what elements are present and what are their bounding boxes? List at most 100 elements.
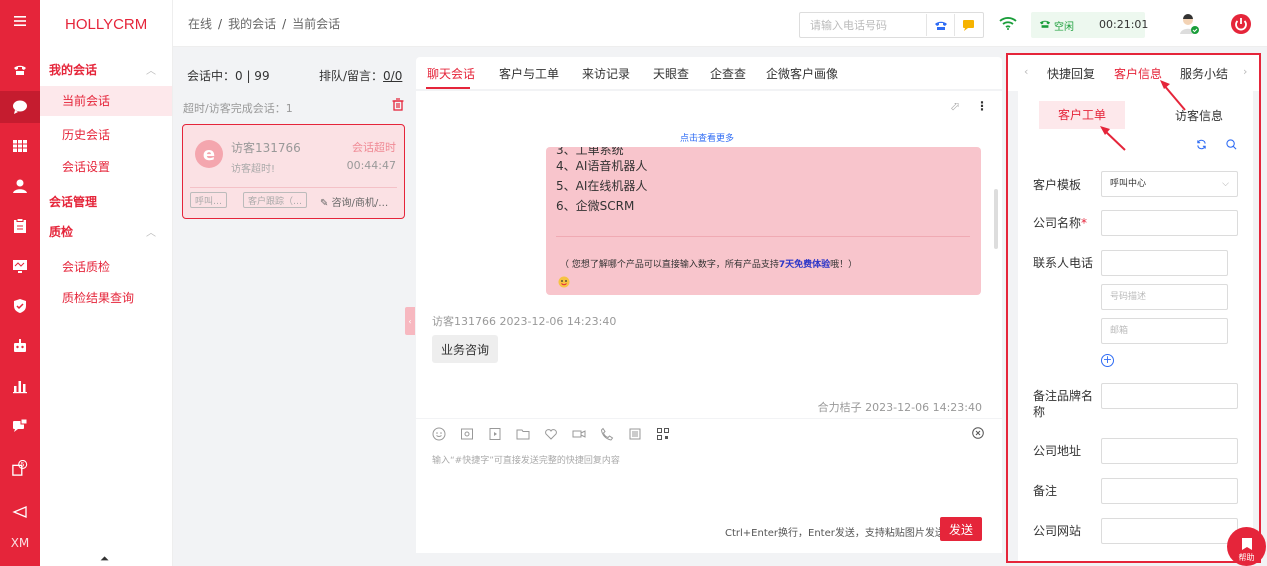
dial-icon[interactable]: [926, 14, 954, 36]
queue-status[interactable]: 排队/留言：0/0: [319, 67, 402, 84]
tab-visit-record[interactable]: 来访记录: [582, 65, 630, 82]
smile-emoji-icon: [558, 276, 570, 291]
nav-item-history-session[interactable]: 历史会话: [62, 126, 110, 143]
search-icon[interactable]: [1226, 139, 1237, 153]
phone-desc-input[interactable]: 号码描述: [1101, 284, 1228, 310]
avatar[interactable]: [1178, 13, 1200, 35]
company-address-label: 公司地址: [1033, 444, 1082, 458]
power-icon[interactable]: [1230, 13, 1252, 35]
nav-group-session-management[interactable]: 会话管理: [49, 193, 97, 210]
chat-icon[interactable]: [0, 91, 40, 123]
chevron-right-icon[interactable]: ›: [1243, 65, 1247, 78]
tab-chat[interactable]: 聊天会话: [427, 65, 475, 82]
clipboard-icon[interactable]: [0, 210, 40, 242]
collapse-nav-icon[interactable]: ⏶: [100, 552, 109, 566]
status-timer: 00:21:01: [1099, 18, 1149, 31]
tab-wecom-profile[interactable]: 企微客户画像: [766, 65, 838, 82]
tab-tianyancha[interactable]: 天眼查: [653, 65, 689, 82]
heart-icon[interactable]: [544, 427, 558, 444]
remark-input[interactable]: [1101, 478, 1238, 504]
side-nav: HOLLYCRM 我的会话 ︿ 当前会话 历史会话 会话设置 会话管理 质检 ︿…: [40, 0, 173, 566]
agent-status[interactable]: 空闲 00:21:01: [1031, 12, 1149, 38]
video-call-icon[interactable]: [572, 427, 586, 444]
shield-icon[interactable]: [0, 290, 40, 322]
template-select[interactable]: 呼叫中心 ⌵: [1101, 171, 1238, 197]
add-contact-button[interactable]: +: [1101, 354, 1114, 367]
subtab-visitor-info[interactable]: 访客信息: [1175, 107, 1223, 124]
customer-track-tag[interactable]: 客户跟踪（…: [243, 192, 308, 208]
customer-form: 客户工单 访客信息 客户模板 呼叫中心 ⌵ 公司名称* 联系人电话 号码描述 邮箱…: [1018, 91, 1253, 561]
image-icon[interactable]: [460, 427, 474, 444]
company-address-input[interactable]: [1101, 438, 1238, 464]
subtab-customer-ticket[interactable]: 客户工单: [1039, 101, 1125, 129]
user-icon[interactable]: [0, 170, 40, 202]
monitor-icon[interactable]: [0, 250, 40, 282]
chevron-down-icon: ⌵: [1222, 179, 1229, 189]
nav-group-label: 我的会话: [49, 63, 98, 77]
phone-input[interactable]: [800, 13, 925, 37]
chat-tools: ⬀ ⋮: [950, 99, 988, 113]
refresh-icon[interactable]: [1196, 139, 1207, 153]
sms-icon[interactable]: [954, 14, 982, 36]
emoji-icon[interactable]: [432, 427, 446, 444]
email-input[interactable]: 邮箱: [1101, 318, 1228, 344]
trash-icon[interactable]: [392, 98, 404, 114]
scrollbar[interactable]: [994, 189, 998, 249]
video-file-icon[interactable]: [488, 427, 502, 444]
nav-item-session-settings[interactable]: 会话设置: [62, 158, 110, 175]
nav-group-quality-check[interactable]: 质检: [49, 223, 73, 240]
queue-value[interactable]: 0/0: [383, 69, 402, 83]
company-name-input[interactable]: [1101, 210, 1238, 236]
chevron-up-icon[interactable]: ︿: [146, 224, 156, 239]
call-tag[interactable]: 呼叫…: [190, 192, 228, 208]
robot-icon[interactable]: [0, 330, 40, 362]
bar-chart-icon[interactable]: [0, 370, 40, 402]
message-icon[interactable]: [0, 410, 40, 442]
tab-customer-info[interactable]: 客户信息: [1114, 65, 1162, 82]
visitor-browser-icon: e: [195, 140, 223, 168]
contact-phone-input[interactable]: [1101, 250, 1228, 276]
grid-icon[interactable]: [0, 130, 40, 162]
tab-qichacha[interactable]: 企查查: [710, 65, 746, 82]
load-more-link[interactable]: 点击查看更多: [680, 131, 734, 144]
send-button[interactable]: 发送: [940, 517, 982, 541]
nav-item-session-qc[interactable]: 会话质检: [62, 258, 110, 275]
list-icon[interactable]: [628, 427, 642, 444]
tab-customer-ticket[interactable]: 客户与工单: [499, 65, 559, 82]
nav-item-current-session[interactable]: 当前会话: [40, 86, 172, 116]
compose-box: 输入“#快捷字”可直接发送完整的快捷回复内容 Ctrl+Enter换行，Ente…: [416, 419, 1002, 553]
nav-group-my-sessions[interactable]: 我的会话: [49, 61, 97, 78]
collapse-panel-handle[interactable]: ‹: [405, 307, 415, 335]
close-icon[interactable]: [972, 427, 984, 442]
breadcrumb-item: 当前会话: [292, 17, 341, 31]
breadcrumb-item[interactable]: 我的会话: [228, 17, 276, 31]
folder-icon[interactable]: [516, 427, 530, 444]
free-trial-highlight: 7天免费体验: [778, 260, 831, 270]
call-icon[interactable]: [600, 427, 614, 444]
more-icon[interactable]: ⋮: [976, 99, 988, 113]
consult-tag[interactable]: ✎ 咨询/商机/…: [320, 194, 388, 209]
company-website-input[interactable]: [1101, 518, 1238, 544]
chevron-left-icon[interactable]: ‹: [1024, 65, 1028, 78]
session-status: 会话超时: [352, 141, 396, 154]
active-tab-underline: [426, 87, 470, 89]
brand-remark-input[interactable]: [1101, 383, 1238, 409]
notification-icon[interactable]: 5: [0, 452, 40, 484]
nav-item-qc-result[interactable]: 质检结果查询: [62, 289, 134, 306]
help-button[interactable]: 帮助: [1227, 527, 1266, 566]
phone-icon[interactable]: [0, 53, 40, 85]
tab-service-summary[interactable]: 服务小结: [1180, 65, 1228, 82]
export-icon[interactable]: ⬀: [950, 99, 960, 113]
message-area[interactable]: ⬀ ⋮ 点击查看更多 3、工单系统 4、AI语音机器人 5、AI在线机器人 6、企…: [416, 91, 1002, 418]
company-name-label: 公司名称*: [1033, 215, 1087, 231]
breadcrumb-item[interactable]: 在线: [188, 17, 212, 31]
chevron-up-icon[interactable]: ︿: [146, 62, 156, 77]
menu-icon[interactable]: [0, 5, 40, 37]
send-arrow-icon[interactable]: [0, 496, 40, 528]
session-card[interactable]: e 访客131766 会话超时 访客超时! 00:44:47 呼叫… 客户跟踪（…: [182, 124, 405, 219]
visitor-message: 业务咨询: [432, 335, 499, 363]
message-input[interactable]: 输入“#快捷字”可直接发送完整的快捷回复内容: [432, 453, 620, 466]
company-website-label: 公司网站: [1033, 524, 1082, 538]
qrcode-icon[interactable]: [656, 427, 670, 444]
tab-quick-reply[interactable]: 快捷回复: [1047, 65, 1095, 82]
